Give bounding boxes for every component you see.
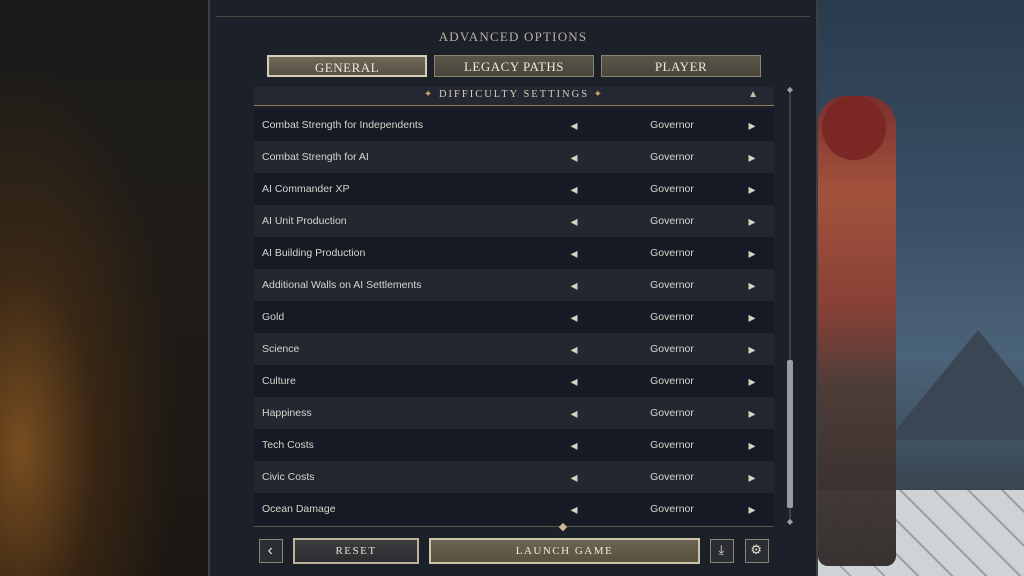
section-header[interactable]: ✦ DIFFICULTY SETTINGS ✦ ▲ [254, 87, 774, 106]
arrow-right-icon[interactable]: ▸ [744, 333, 760, 365]
arrow-right-icon[interactable]: ▸ [744, 269, 760, 301]
setting-value: Governor [650, 183, 694, 195]
scroll-up-icon[interactable]: ◆ [786, 86, 794, 94]
setting-label: Science [262, 343, 300, 355]
setting-value: Governor [650, 311, 694, 323]
leader-figure [818, 96, 896, 566]
setting-label: Ocean Damage [262, 503, 336, 515]
arrow-left-icon[interactable]: ◂ [566, 237, 582, 269]
settings-list: Combat Strength for Independents ◂ Governo… [254, 109, 774, 525]
setting-label: Combat Strength for Independents [262, 119, 424, 131]
section-title: DIFFICULTY SETTINGS [438, 89, 590, 100]
chevron-left-icon: ‹ [267, 542, 275, 559]
setting-value: Governor [650, 119, 694, 131]
ornament-icon: ◆ [558, 521, 568, 533]
arrow-right-icon[interactable]: ▸ [744, 493, 760, 525]
setting-label: Civic Costs [262, 471, 315, 483]
setting-label: AI Commander XP [262, 183, 350, 195]
collapse-icon[interactable]: ▲ [748, 87, 760, 103]
arrow-left-icon[interactable]: ◂ [566, 301, 582, 333]
page-title: ADVANCED OPTIONS [438, 29, 588, 44]
arrow-left-icon[interactable]: ◂ [566, 429, 582, 461]
setting-row: Additional Walls on AI Settlements ◂ Gover… [254, 269, 774, 301]
setting-value: Governor [650, 407, 694, 419]
setting-row: AI Unit Production ◂ Governor ▸ [254, 205, 774, 237]
arrow-left-icon[interactable]: ◂ [566, 173, 582, 205]
arrow-left-icon[interactable]: ◂ [566, 269, 582, 301]
setting-label: Tech Costs [262, 439, 314, 451]
scrollbar-thumb[interactable] [787, 360, 793, 508]
setting-label: AI Building Production [262, 247, 366, 259]
setting-label: Culture [262, 375, 296, 387]
arrow-right-icon[interactable]: ▸ [744, 365, 760, 397]
arrow-left-icon[interactable]: ◂ [566, 461, 582, 493]
arrow-right-icon[interactable]: ▸ [744, 429, 760, 461]
scroll-down-icon[interactable]: ◆ [786, 518, 794, 526]
setting-value: Governor [650, 375, 694, 387]
arrow-right-icon[interactable]: ▸ [744, 301, 760, 333]
arrow-left-icon[interactable]: ◂ [566, 205, 582, 237]
background-pyramid [888, 330, 1024, 440]
download-icon: ⤓ [718, 543, 726, 558]
setting-label: Additional Walls on AI Settlements [262, 279, 422, 291]
arrow-right-icon[interactable]: ▸ [744, 141, 760, 173]
arrow-right-icon[interactable]: ▸ [744, 397, 760, 429]
setting-row: Civic Costs ◂ Governor ▸ [254, 461, 774, 493]
setting-value: Governor [650, 247, 694, 259]
footer-divider [254, 526, 774, 527]
setting-row: Science ◂ Governor ▸ [254, 333, 774, 365]
setting-value: Governor [650, 471, 694, 483]
tab-bar: GENERAL LEGACY PATHS PLAYER [267, 55, 761, 79]
arrow-left-icon[interactable]: ◂ [566, 397, 582, 429]
setting-row: AI Commander XP ◂ Governor ▸ [254, 173, 774, 205]
arrow-right-icon[interactable]: ▸ [744, 461, 760, 493]
arrow-right-icon[interactable]: ▸ [744, 173, 760, 205]
arrow-right-icon[interactable]: ▸ [744, 205, 760, 237]
setting-value: Governor [650, 343, 694, 355]
setting-row: Combat Strength for Independents ◂ Governo… [254, 109, 774, 141]
leader-headwrap [822, 96, 886, 160]
arrow-right-icon[interactable]: ▸ [744, 109, 760, 141]
arrow-left-icon[interactable]: ◂ [566, 365, 582, 397]
arrow-left-icon[interactable]: ◂ [566, 109, 582, 141]
setting-row: Ocean Damage ◂ Governor ▸ [254, 493, 774, 525]
sparkle-icon: ✦ [593, 89, 605, 100]
gear-icon: ⚙ [750, 543, 764, 558]
setting-value: Governor [650, 503, 694, 515]
setting-label: AI Unit Production [262, 215, 347, 227]
tab-legacy-paths[interactable]: LEGACY PATHS [434, 55, 594, 77]
arrow-left-icon[interactable]: ◂ [566, 333, 582, 365]
setting-row: Tech Costs ◂ Governor ▸ [254, 429, 774, 461]
advanced-options-panel: ADVANCED OPTIONS GENERAL LEGACY PATHS PL… [208, 0, 818, 576]
panel-frame [216, 16, 810, 19]
launch-game-button[interactable]: LAUNCH GAME [429, 538, 700, 564]
setting-row: AI Building Production ◂ Governor ▸ [254, 237, 774, 269]
setting-value: Governor [650, 215, 694, 227]
reset-button[interactable]: RESET [293, 538, 419, 564]
setting-row: Combat Strength for AI ◂ Governor ▸ [254, 141, 774, 173]
setting-label: Gold [262, 311, 285, 323]
setting-row: Gold ◂ Governor ▸ [254, 301, 774, 333]
setting-value: Governor [650, 439, 694, 451]
setting-value: Governor [650, 151, 694, 163]
settings-button[interactable]: ⚙ [745, 539, 769, 563]
setting-row: Happiness ◂ Governor ▸ [254, 397, 774, 429]
download-button[interactable]: ⤓ [710, 539, 734, 563]
arrow-left-icon[interactable]: ◂ [566, 141, 582, 173]
back-button[interactable]: ‹ [259, 539, 283, 563]
setting-value: Governor [650, 279, 694, 291]
background-left [0, 0, 208, 576]
setting-label: Happiness [262, 407, 312, 419]
setting-row: Culture ◂ Governor ▸ [254, 365, 774, 397]
arrow-right-icon[interactable]: ▸ [744, 237, 760, 269]
sparkle-icon: ✦ [423, 89, 435, 100]
background-right [818, 0, 1024, 576]
tab-player[interactable]: PLAYER [601, 55, 761, 77]
setting-label: Combat Strength for AI [262, 151, 369, 163]
scrollbar[interactable]: ◆ ◆ [786, 86, 794, 526]
tab-general[interactable]: GENERAL [267, 55, 427, 77]
